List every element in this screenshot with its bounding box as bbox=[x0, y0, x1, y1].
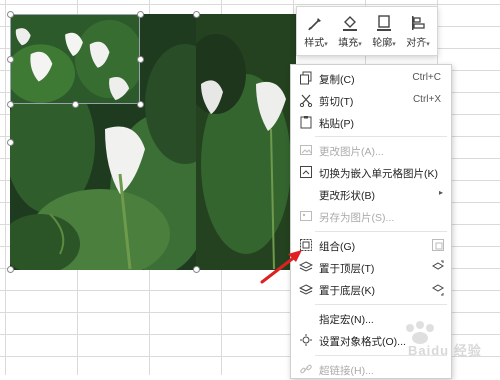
resize-handle-bottom-left[interactable] bbox=[7, 266, 14, 273]
menu-label: 组合(G) bbox=[319, 241, 356, 253]
outline-label: 轮廓 bbox=[372, 37, 393, 49]
save-image-icon bbox=[299, 209, 313, 223]
menu-separator bbox=[315, 304, 447, 305]
menu-label: 剪切(T) bbox=[319, 96, 354, 108]
resize-handle-top-mid[interactable] bbox=[193, 11, 200, 18]
send-back-quick-icon[interactable] bbox=[431, 282, 445, 296]
resize-handle-br[interactable] bbox=[137, 101, 144, 108]
format-object-icon bbox=[299, 333, 313, 347]
paint-bucket-icon bbox=[343, 15, 357, 31]
menu-label: 置于底层(K) bbox=[319, 285, 375, 297]
menu-label: 置于顶层(T) bbox=[319, 263, 375, 275]
resize-handle-tm[interactable] bbox=[137, 11, 144, 18]
link-icon bbox=[299, 362, 313, 376]
paste-icon bbox=[299, 115, 313, 129]
menu-item-copy[interactable]: 复制(C) Ctrl+C bbox=[291, 67, 451, 89]
align-button[interactable]: 对齐▾ bbox=[402, 14, 434, 49]
menu-label: 粘贴(P) bbox=[319, 118, 354, 130]
image-change-icon bbox=[299, 143, 313, 157]
submenu-arrow-icon: ▸ bbox=[438, 188, 443, 197]
caret-icon: ▾ bbox=[426, 40, 430, 48]
style-label: 样式 bbox=[304, 37, 325, 49]
resize-handle-tl[interactable] bbox=[7, 11, 14, 18]
watermark: Baidu 经验 bbox=[388, 318, 498, 366]
plant-photo-right[interactable] bbox=[196, 14, 296, 270]
embed-cell-icon bbox=[299, 165, 313, 179]
resize-handle-bottom-mid[interactable] bbox=[193, 266, 200, 273]
resize-handle-left-mid[interactable] bbox=[7, 139, 14, 146]
brush-icon bbox=[308, 17, 321, 30]
caret-icon: ▾ bbox=[392, 40, 396, 48]
menu-item-change-picture[interactable]: 更改图片(A)... bbox=[291, 139, 451, 161]
menu-item-change-shape[interactable]: 更改形状(B) ▸ bbox=[291, 183, 451, 205]
annotation-arrow-icon bbox=[260, 250, 302, 284]
style-button[interactable]: 样式▾ bbox=[300, 14, 332, 49]
copy-icon bbox=[299, 71, 313, 85]
menu-label: 复制(C) bbox=[319, 74, 355, 86]
menu-item-group[interactable]: 组合(G) bbox=[291, 234, 451, 256]
align-icon bbox=[412, 15, 425, 30]
format-toolbar: 样式▾ 填充▾ 轮廓▾ 对齐▾ bbox=[296, 6, 438, 56]
menu-item-bring-front[interactable]: 置于顶层(T) bbox=[291, 256, 451, 278]
caret-icon: ▾ bbox=[324, 40, 328, 48]
small-flower-photo[interactable] bbox=[10, 14, 140, 104]
menu-label: 更改图片(A)... bbox=[319, 146, 384, 158]
menu-item-send-back[interactable]: 置于底层(K) bbox=[291, 278, 451, 300]
menu-label: 更改形状(B) bbox=[319, 190, 375, 202]
menu-label: 指定宏(N)... bbox=[319, 314, 374, 326]
menu-item-cut[interactable]: 剪切(T) Ctrl+X bbox=[291, 89, 451, 111]
menu-separator bbox=[315, 136, 447, 137]
shortcut-text: Ctrl+C bbox=[412, 72, 441, 83]
menu-item-save-as-picture[interactable]: 另存为图片(S)... bbox=[291, 205, 451, 227]
align-label: 对齐 bbox=[406, 37, 427, 49]
resize-handle-mr[interactable] bbox=[137, 56, 144, 63]
bring-front-quick-icon[interactable] bbox=[431, 260, 445, 274]
outline-button[interactable]: 轮廓▾ bbox=[368, 14, 400, 49]
resize-handle-bl[interactable] bbox=[7, 101, 14, 108]
resize-handle-bm[interactable] bbox=[72, 101, 79, 108]
caret-icon: ▾ bbox=[358, 40, 362, 48]
menu-label: 另存为图片(S)... bbox=[319, 212, 395, 224]
shortcut-text: Ctrl+X bbox=[412, 94, 441, 105]
menu-item-embed-cell[interactable]: 切换为嵌入单元格图片(K) bbox=[291, 161, 451, 183]
fill-button[interactable]: 填充▾ bbox=[334, 14, 366, 49]
group-quick-icon[interactable] bbox=[431, 238, 445, 252]
fill-label: 填充 bbox=[338, 37, 359, 49]
menu-separator bbox=[315, 231, 447, 232]
menu-label: 超链接(H)... bbox=[319, 365, 374, 377]
watermark-text: Baidu 经验 bbox=[408, 343, 482, 358]
resize-handle-ml[interactable] bbox=[7, 56, 14, 63]
menu-label: 切换为嵌入单元格图片(K) bbox=[319, 168, 438, 180]
outline-icon bbox=[377, 14, 391, 31]
menu-item-paste[interactable]: 粘贴(P) bbox=[291, 111, 451, 133]
scissors-icon bbox=[299, 93, 313, 107]
